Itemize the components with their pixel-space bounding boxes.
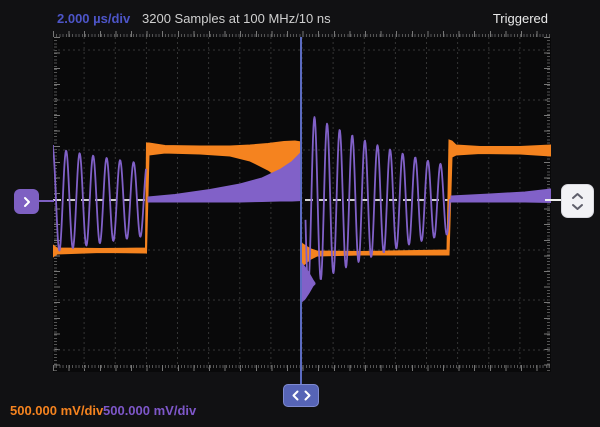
sample-info-label: 3200 Samples at 100 MHz/10 ns: [142, 11, 331, 26]
trigger-position-cursor[interactable]: [300, 37, 302, 384]
timebase-label[interactable]: 2.000 µs/div: [57, 11, 130, 26]
trigger-level-line: [38, 200, 54, 202]
offset-connector-line: [545, 199, 562, 201]
horizontal-position-button[interactable]: [283, 384, 319, 407]
waveform-canvas: [53, 37, 551, 372]
channel2-scale-label[interactable]: 500.000 mV/div: [103, 403, 196, 418]
trigger-status-label: Triggered: [493, 11, 548, 26]
trigger-level-handle[interactable]: [14, 189, 39, 214]
channel-offset-stepper[interactable]: [561, 184, 594, 218]
chevron-left-icon[interactable]: [292, 390, 299, 401]
chevron-right-icon: [23, 196, 31, 208]
chevron-right-icon[interactable]: [304, 390, 311, 401]
channel1-scale-label[interactable]: 500.000 mV/div: [10, 403, 103, 418]
chevron-up-icon[interactable]: [571, 192, 584, 200]
chevron-down-icon[interactable]: [571, 203, 584, 211]
oscilloscope-app: 2.000 µs/div 3200 Samples at 100 MHz/10 …: [0, 0, 600, 427]
scope-graticule[interactable]: [53, 37, 551, 372]
